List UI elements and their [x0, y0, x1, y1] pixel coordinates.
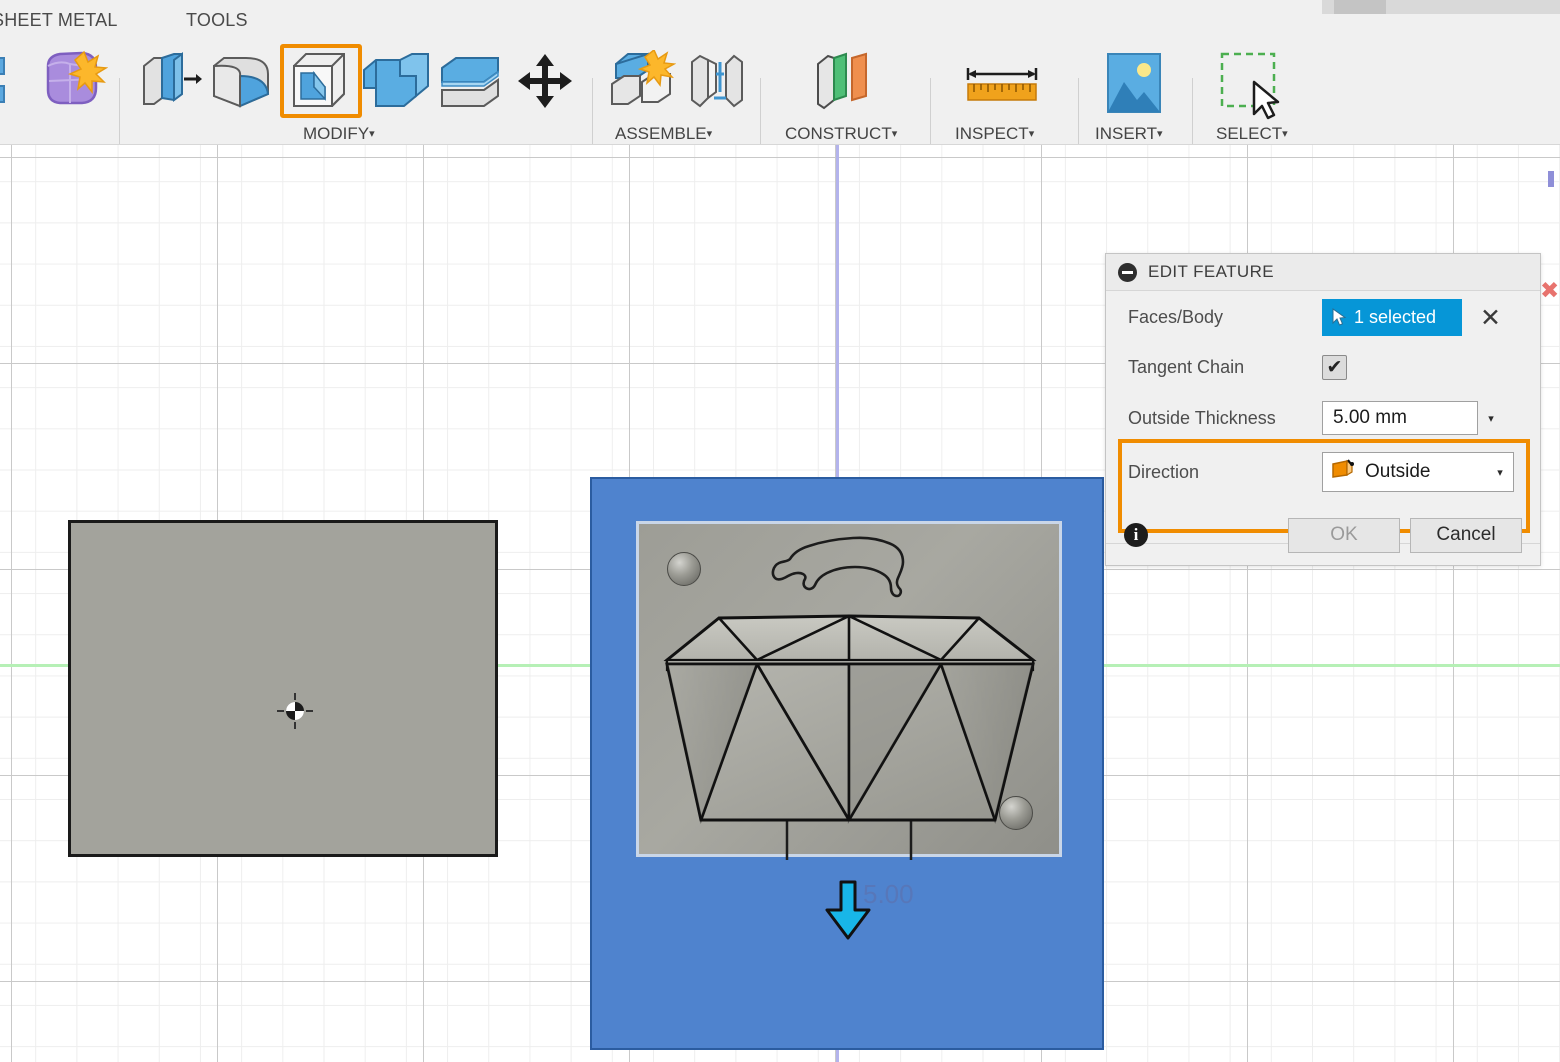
dialog-titlebar[interactable]: EDIT FEATURE	[1106, 254, 1540, 291]
move-copy-icon[interactable]	[516, 52, 574, 115]
chevron-down-icon[interactable]: ▾	[1478, 412, 1504, 425]
error-marker-icon[interactable]: ✖	[1540, 280, 1560, 303]
chevron-down-icon[interactable]: ▾	[1029, 128, 1035, 140]
info-icon[interactable]: i	[1124, 523, 1148, 547]
direction-label: Direction	[1128, 461, 1200, 482]
row-direction: Direction Outside ▾	[1106, 445, 1540, 499]
joint-icon[interactable]	[686, 52, 748, 115]
dialog-footer: i OK Cancel	[1106, 505, 1540, 565]
clear-selection-icon[interactable]: ✕	[1480, 305, 1501, 330]
ribbon-tabstrip: SHEET METAL TOOLS	[0, 0, 1560, 34]
tab-tools[interactable]: TOOLS	[186, 10, 248, 31]
tab-sheet-metal[interactable]: SHEET METAL	[0, 10, 118, 31]
group-label-insert-text: INSERT	[1095, 124, 1158, 143]
selection-cursor-icon	[1332, 308, 1347, 326]
direction-outside-icon	[1331, 459, 1355, 485]
direction-value: Outside	[1365, 461, 1431, 482]
dialog-body: Faces/Body 1 selected ✕ Tangent Chain ✔ …	[1106, 291, 1540, 544]
create-form-icon[interactable]	[40, 48, 109, 117]
edit-feature-dialog[interactable]: EDIT FEATURE Faces/Body 1 selected ✕ Tan…	[1105, 253, 1541, 566]
split-body-icon[interactable]	[436, 54, 504, 115]
collapse-icon[interactable]	[1118, 262, 1137, 282]
group-label-insert[interactable]: INSERT▾	[1095, 124, 1163, 144]
group-label-inspect-text: INSPECT	[955, 124, 1029, 143]
fillet-icon[interactable]	[210, 52, 274, 115]
group-label-inspect[interactable]: INSPECT▾	[955, 124, 1034, 144]
fusion-window: SHEET METAL TOOLS MODIFY▾ ASSEMBLE▾ CONS…	[0, 0, 1560, 1062]
ok-button[interactable]: OK	[1288, 517, 1400, 553]
cancel-button[interactable]: Cancel	[1410, 517, 1522, 553]
tangent-chain-checkbox[interactable]: ✔	[1322, 354, 1347, 380]
axis-endpoint-marker	[1548, 171, 1554, 187]
outside-thickness-label: Outside Thickness	[1128, 407, 1276, 428]
row-outside-thickness: Outside Thickness 5.00 mm ▾	[1106, 391, 1540, 445]
insert-image-icon[interactable]	[1104, 50, 1164, 121]
chevron-down-icon[interactable]: ▾	[1157, 128, 1163, 140]
direction-arrow-down-icon[interactable]	[820, 880, 876, 940]
shelled-box-body[interactable]: 5.00	[590, 477, 1104, 1050]
faces-body-selection-text: 1 selected	[1354, 306, 1437, 327]
row-faces-body: Faces/Body 1 selected ✕	[1106, 291, 1540, 343]
faces-body-selection-button[interactable]: 1 selected	[1322, 298, 1462, 336]
offset-plane-icon[interactable]	[812, 52, 878, 117]
group-label-construct-text: CONSTRUCT	[785, 124, 892, 143]
create-sketch-icon[interactable]	[0, 52, 26, 113]
faceted-gem-shape	[639, 524, 1065, 860]
flat-sheet-body[interactable]	[68, 520, 498, 857]
shell-icon[interactable]	[288, 50, 350, 117]
outside-thickness-input[interactable]: 5.00 mm	[1322, 401, 1478, 435]
group-label-select-text: SELECT	[1216, 124, 1283, 143]
new-component-icon[interactable]	[608, 48, 677, 117]
tangent-chain-label: Tangent Chain	[1128, 356, 1245, 377]
group-label-construct[interactable]: CONSTRUCT▾	[785, 124, 897, 144]
faces-body-label: Faces/Body	[1128, 306, 1224, 327]
chevron-down-icon[interactable]: ▾	[1487, 466, 1513, 479]
shelled-box-inner-face[interactable]: 5.00	[636, 521, 1065, 909]
row-tangent-chain: Tangent Chain ✔	[1106, 343, 1540, 391]
measure-icon[interactable]	[962, 60, 1042, 113]
ribbon-toolbar: SHEET METAL TOOLS MODIFY▾ ASSEMBLE▾ CONS…	[0, 0, 1560, 145]
select-window-icon[interactable]	[1218, 50, 1294, 125]
press-pull-icon[interactable]	[140, 50, 202, 115]
origin-marker-icon[interactable]	[277, 693, 313, 729]
chevron-down-icon[interactable]: ▾	[707, 128, 713, 140]
group-label-modify-text: MODIFY	[303, 124, 370, 143]
group-label-modify[interactable]: MODIFY▾	[303, 124, 375, 144]
group-label-assemble[interactable]: ASSEMBLE▾	[615, 124, 712, 144]
group-label-assemble-text: ASSEMBLE	[615, 124, 707, 143]
ribbon-icon-row: MODIFY▾ ASSEMBLE▾ CONSTRUCT▾ INSPECT▾ IN…	[0, 36, 1560, 144]
chevron-down-icon[interactable]: ▾	[1282, 128, 1288, 140]
combine-icon[interactable]	[360, 52, 430, 117]
dialog-title: EDIT FEATURE	[1148, 262, 1275, 281]
chevron-down-icon[interactable]: ▾	[892, 128, 898, 140]
direction-dropdown[interactable]: Outside ▾	[1322, 452, 1514, 492]
group-label-select[interactable]: SELECT▾	[1216, 124, 1288, 144]
chevron-down-icon[interactable]: ▾	[369, 128, 375, 140]
